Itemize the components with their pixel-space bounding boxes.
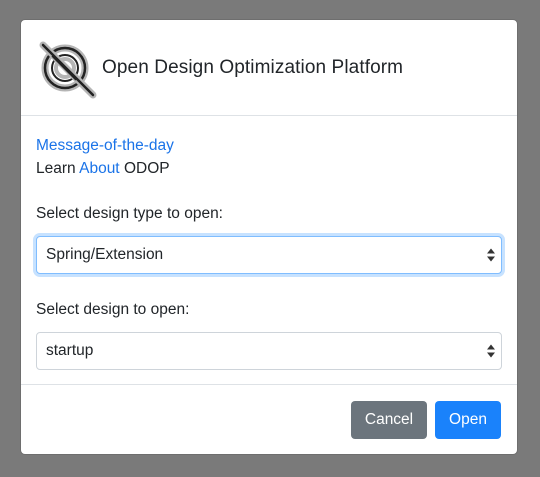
design-label: Select design to open: xyxy=(36,301,190,318)
design-type-label: Select design type to open: xyxy=(36,205,223,222)
design-type-select[interactable]: Spring/Extension xyxy=(36,236,502,274)
dialog-body: Message-of-the-day Learn About ODOP Sele… xyxy=(21,116,517,385)
select-arrows-icon xyxy=(487,344,495,358)
learn-about-row: Learn About ODOP xyxy=(36,157,502,180)
learn-suffix: ODOP xyxy=(123,160,170,177)
open-design-dialog: Open Design Optimization Platform Messag… xyxy=(20,19,518,455)
design-type-value: Spring/Extension xyxy=(46,246,164,263)
cancel-button[interactable]: Cancel xyxy=(351,401,427,439)
motd-link[interactable]: Message-of-the-day xyxy=(36,137,174,154)
open-button[interactable]: Open xyxy=(435,401,501,439)
select-arrows-icon xyxy=(487,248,495,262)
about-link[interactable]: About xyxy=(79,160,120,177)
design-value: startup xyxy=(46,342,94,359)
dialog-header: Open Design Optimization Platform xyxy=(21,20,517,116)
design-select[interactable]: startup xyxy=(36,332,502,370)
learn-prefix: Learn xyxy=(36,160,76,177)
dialog-title: Open Design Optimization Platform xyxy=(102,56,404,78)
motd-row: Message-of-the-day xyxy=(36,134,502,157)
dialog-footer: Cancel Open xyxy=(21,385,517,454)
odop-logo-icon xyxy=(39,41,97,98)
